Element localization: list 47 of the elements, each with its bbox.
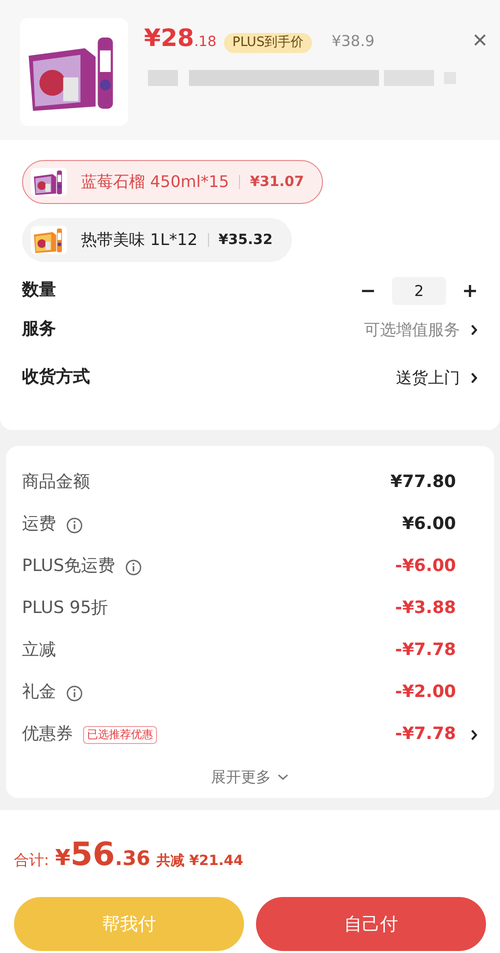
total-amount: 56	[70, 838, 115, 870]
total-label: 合计:	[14, 850, 50, 871]
info-icon	[66, 684, 83, 702]
plus-price-tag: PLUS到手价	[224, 33, 312, 52]
variant-price: ¥31.07	[250, 172, 304, 192]
total-decimal: .36	[114, 845, 150, 872]
info-icon	[66, 516, 83, 534]
price-decimal: .18	[194, 33, 216, 52]
variant-option[interactable]: 热带美味 1L*12 ¥35.32	[22, 218, 292, 262]
quantity-field[interactable]: 2	[392, 277, 446, 305]
fee-label: 商品金额	[22, 471, 90, 494]
option-value[interactable]: 送货上门	[396, 366, 460, 390]
fee-label: PLUS免运费	[22, 555, 116, 578]
total-currency: ¥	[55, 845, 70, 873]
original-price: ¥38.9	[332, 31, 375, 52]
fee-amount: -¥7.78	[395, 723, 456, 746]
total-saved: 共减 ¥21.44	[156, 852, 244, 871]
info-icon	[125, 558, 142, 576]
pay-button[interactable]: 自己付	[256, 897, 486, 951]
fee-label: 礼金	[22, 681, 56, 704]
chevron-right-icon	[470, 372, 478, 384]
option-value[interactable]: 可选增值服务	[364, 318, 460, 342]
variant-label: 热带美味 1L*12	[81, 229, 198, 251]
plus-icon	[463, 284, 477, 298]
option-label: 服务	[22, 318, 56, 342]
fee-amount: -¥3.88	[395, 597, 456, 620]
fee-amount: -¥6.00	[395, 555, 456, 578]
fee-label: PLUS 95折	[22, 597, 108, 620]
fee-amount: ¥77.80	[390, 471, 456, 494]
fee-label: 运费	[22, 513, 56, 536]
fee-amount: -¥7.78	[395, 639, 456, 662]
coupon-tag: 已选推荐优惠	[83, 726, 157, 744]
variant-label: 蓝莓石榴 450ml*15	[81, 171, 230, 193]
current-price: ¥28	[144, 23, 194, 54]
fee-label: 立减	[22, 639, 56, 662]
variant-option[interactable]: 蓝莓石榴 450ml*15 ¥31.07	[22, 160, 324, 204]
fee-amount: ¥6.00	[402, 513, 456, 536]
chevron-down-icon	[277, 773, 289, 782]
chevron-right-icon	[470, 324, 478, 336]
expand-more-button[interactable]: 展开更多	[211, 766, 289, 788]
variant-price: ¥35.32	[218, 230, 273, 250]
close-icon	[473, 33, 487, 47]
chevron-right-icon	[470, 729, 478, 741]
quantity-label: 数量	[22, 279, 56, 302]
fee-label: 优惠券	[22, 723, 73, 746]
option-label: 收货方式	[22, 366, 90, 390]
fee-amount: -¥2.00	[395, 681, 456, 704]
